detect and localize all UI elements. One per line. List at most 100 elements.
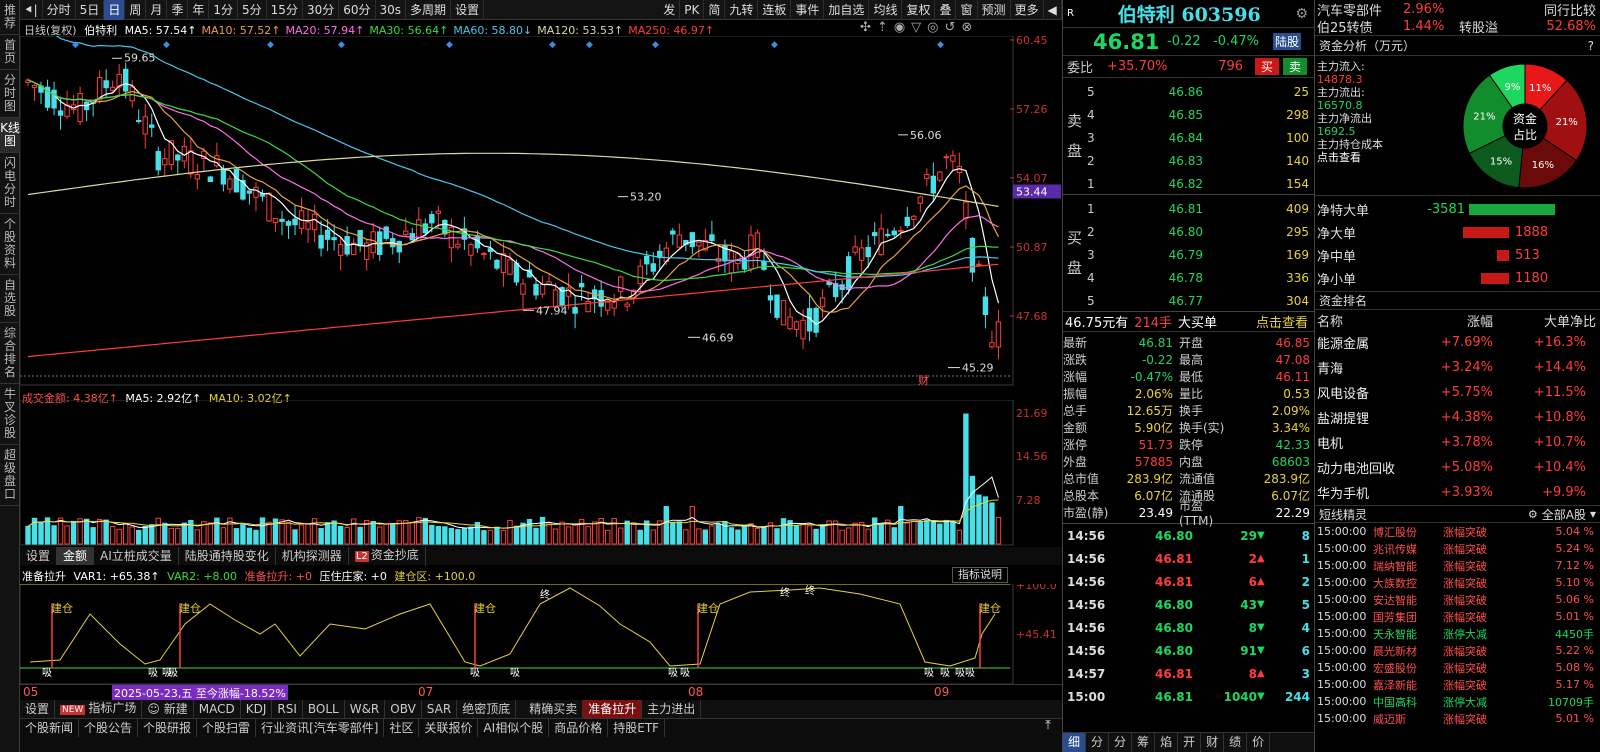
buy-button[interactable]: 买: [1255, 58, 1280, 75]
leftnav-item-6[interactable]: 自选股: [0, 275, 20, 323]
ind-tab-sar[interactable]: SAR: [422, 700, 458, 718]
quote-tab-6[interactable]: 财: [1201, 733, 1225, 752]
bid-row-1[interactable]: 1 46.81 409: [1063, 197, 1315, 220]
status-tab-9[interactable]: 持股ETF: [608, 719, 666, 737]
ask-row-4[interactable]: 4 46.85 298: [1063, 103, 1315, 126]
news-row-1[interactable]: 15:00:00 兆讯传媒 涨幅突破 5.24 %: [1315, 540, 1600, 557]
big-order-link[interactable]: 点击查看: [1256, 312, 1314, 331]
vol-tab-inst[interactable]: 机构探测器: [276, 547, 349, 565]
period-14[interactable]: 设置: [451, 0, 485, 20]
period-2[interactable]: 日: [104, 0, 126, 20]
ind-tab-kdj[interactable]: KDJ: [241, 700, 273, 718]
ask-row-2[interactable]: 2 46.83 140: [1063, 149, 1315, 172]
period-1[interactable]: 5日: [76, 0, 105, 20]
status-tab-3[interactable]: 个股扫雷: [197, 719, 257, 737]
top-arrow-icon[interactable]: ⤒: [1036, 718, 1060, 736]
period-0[interactable]: 分时: [43, 0, 76, 20]
news-row-9[interactable]: 15:00:00 嘉泽新能 涨幅突破 5.17 %: [1315, 676, 1600, 693]
news-row-5[interactable]: 15:00:00 国芳集团 涨幅突破 5.01 %: [1315, 608, 1600, 625]
ind-tab-boll[interactable]: BOLL: [303, 700, 345, 718]
event-marker-8[interactable]: ◆: [771, 40, 778, 50]
tool-4[interactable]: 连板: [758, 0, 792, 20]
candlestick-chart[interactable]: 60.45 57.26 54.07 50.87 47.68 53.44 59.65 56.06…: [20, 36, 1062, 386]
event-marker-7[interactable]: ◆: [652, 40, 659, 50]
collapse-icon[interactable]: ⯇|: [20, 0, 43, 20]
chevron-down-icon[interactable]: ▾: [1590, 507, 1600, 521]
leftnav-item-0[interactable]: 推荐: [0, 0, 20, 35]
news-row-0[interactable]: 15:00:00 博汇股份 涨幅突破 5.04 %: [1315, 523, 1600, 540]
tool-1[interactable]: PK: [680, 0, 705, 20]
ind-tab-main[interactable]: 主力进出: [642, 700, 702, 718]
status-tab-5[interactable]: 社区: [384, 719, 420, 737]
tool-9[interactable]: 叠: [935, 0, 957, 20]
event-marker-3[interactable]: ◆: [338, 40, 345, 50]
main-cost-link[interactable]: 点击查看: [1317, 151, 1383, 164]
arrow-left-icon[interactable]: ◀: [1044, 0, 1062, 20]
drop-down-icon[interactable]: ▽: [911, 20, 921, 36]
bid-row-3[interactable]: 3 46.79 169: [1063, 243, 1315, 266]
quote-tab-3[interactable]: 筹: [1132, 733, 1156, 752]
ind-tab-obv[interactable]: OBV: [385, 700, 422, 718]
rank-row-4[interactable]: 电机 +3.78% +10.7%: [1315, 430, 1600, 455]
rank-row-5[interactable]: 动力电池回收 +5.08% +10.4%: [1315, 455, 1600, 480]
bid-row-2[interactable]: 2 46.80 295: [1063, 220, 1315, 243]
news-row-10[interactable]: 15:00:00 中国高科 涨停大减 10709手: [1315, 693, 1600, 710]
leftnav-item-1[interactable]: 首页: [0, 35, 20, 70]
rank-row-3[interactable]: 盐湖提锂 +4.38% +10.8%: [1315, 405, 1600, 430]
tool-0[interactable]: 发: [659, 0, 681, 20]
ind-tab-new[interactable]: ☺ 新建: [142, 700, 194, 718]
bid-row-5[interactable]: 5 46.77 304: [1063, 289, 1315, 312]
undo-icon[interactable]: ↺: [945, 20, 956, 36]
vol-tab-ai[interactable]: AI立桩成交量: [94, 547, 179, 565]
close-icon[interactable]: ⊗: [961, 20, 972, 36]
tool-6[interactable]: 加自选: [824, 0, 870, 20]
event-marker-9[interactable]: ◆: [937, 40, 944, 50]
news-row-6[interactable]: 15:00:00 天永智能 涨停大减 4450手: [1315, 625, 1600, 642]
up-arrow-icon[interactable]: ⇡: [877, 20, 888, 36]
news-filter[interactable]: 全部A股: [1538, 506, 1590, 523]
rank-row-1[interactable]: 青海 +3.24% +14.4%: [1315, 355, 1600, 380]
ask-row-5[interactable]: 5 46.86 25: [1063, 80, 1315, 103]
ind-tab-wr[interactable]: W&R: [345, 700, 386, 718]
period-6[interactable]: 年: [188, 0, 210, 20]
industry-compare-link[interactable]: 同行比较: [1544, 0, 1600, 19]
ask-row-3[interactable]: 3 46.84 100: [1063, 126, 1315, 149]
leftnav-item-7[interactable]: 综合排名: [0, 323, 20, 384]
status-tab-0[interactable]: 个股新闻: [20, 719, 80, 737]
period-10[interactable]: 30分: [303, 0, 340, 20]
tool-10[interactable]: 窗: [956, 0, 978, 20]
event-marker-6[interactable]: ◆: [586, 40, 593, 50]
rank-header-name[interactable]: 名称: [1315, 311, 1423, 330]
status-tab-4[interactable]: 行业资讯[汽车零部件]: [256, 719, 385, 737]
ind-tab-ready[interactable]: 准备拉升: [583, 700, 643, 718]
period-8[interactable]: 5分: [238, 0, 267, 20]
bond-name[interactable]: 伯25转债: [1315, 17, 1403, 36]
news-row-11[interactable]: 15:00:00 威迈斯 涨幅突破 5.01 %: [1315, 710, 1600, 727]
eye-outline-icon[interactable]: ◎: [927, 20, 938, 36]
tool-7[interactable]: 均线: [869, 0, 903, 20]
event-marker-0[interactable]: ◆: [72, 40, 79, 50]
period-5[interactable]: 季: [167, 0, 189, 20]
indicator-chart[interactable]: +100.0+45.41建仓 建仓 建仓 建仓 建仓吸吸吸吸吸吸吸吸吸吸吸吸终终终: [20, 584, 1062, 684]
news-row-3[interactable]: 15:00:00 大族数控 涨幅突破 5.10 %: [1315, 574, 1600, 591]
status-tab-7[interactable]: AI相似个股: [478, 719, 550, 737]
leftnav-item-4[interactable]: 闪电分时: [0, 153, 20, 214]
volume-chart[interactable]: 21.69 14.56 7.28: [20, 400, 1062, 546]
ind-tab-secret[interactable]: 绝密顶底: [457, 700, 517, 718]
ind-tab-square[interactable]: NEW 指标广场: [55, 699, 143, 719]
quote-tab-4[interactable]: 焰: [1155, 733, 1179, 752]
leftnav-item-9[interactable]: 超级盘口: [0, 445, 20, 506]
ind-tab-precise[interactable]: 精确买卖: [524, 700, 584, 718]
news-row-2[interactable]: 15:00:00 瑞纳智能 涨幅突破 7.12 %: [1315, 557, 1600, 574]
quote-tab-0[interactable]: 细: [1063, 733, 1087, 752]
tool-3[interactable]: 九转: [725, 0, 759, 20]
event-marker-5[interactable]: ◆: [549, 40, 556, 50]
rank-header-pct[interactable]: 涨幅: [1423, 311, 1493, 330]
period-13[interactable]: 多周期: [406, 0, 452, 20]
rank-row-0[interactable]: 能源金属 +7.69% +16.3%: [1315, 330, 1600, 355]
period-4[interactable]: 月: [146, 0, 168, 20]
industry-name[interactable]: 汽车零部件: [1315, 0, 1403, 19]
rank-row-2[interactable]: 风电设备 +5.75% +11.5%: [1315, 380, 1600, 405]
news-row-7[interactable]: 15:00:00 晨光新材 涨幅突破 5.22 %: [1315, 642, 1600, 659]
vol-tab-bottom[interactable]: L2 资金抄底: [349, 546, 426, 566]
